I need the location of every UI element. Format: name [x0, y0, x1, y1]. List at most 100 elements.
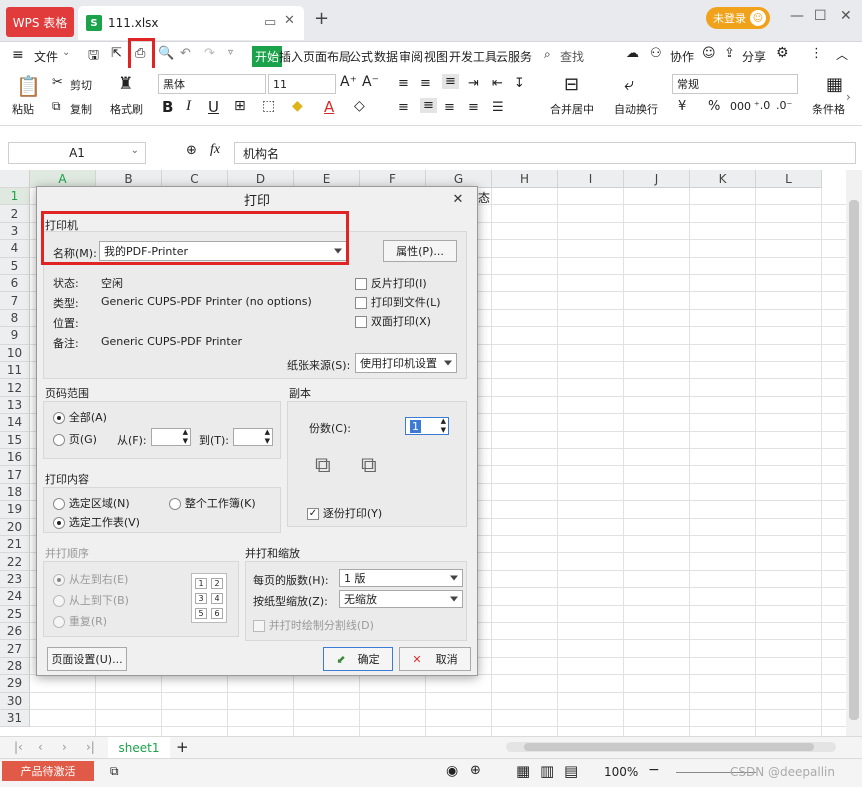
- column-header[interactable]: L: [756, 170, 822, 188]
- merge-cells-icon[interactable]: ⊟: [564, 74, 579, 95]
- scrollbar-thumb[interactable]: [849, 200, 859, 720]
- row-header[interactable]: 21: [0, 536, 30, 554]
- wrap-text-icon[interactable]: ⤶: [624, 74, 634, 95]
- copy-button[interactable]: 复制: [70, 101, 92, 117]
- center-view-icon[interactable]: ⊕: [470, 763, 481, 778]
- range-all-radio[interactable]: 全部(A): [53, 409, 107, 425]
- decrease-decimal-icon[interactable]: .0⁻: [776, 99, 792, 112]
- more-icon[interactable]: ⋮: [810, 46, 823, 61]
- row-header[interactable]: 5: [0, 257, 30, 275]
- row-header[interactable]: 26: [0, 623, 30, 641]
- menu-tab-page-layout[interactable]: 页面布局: [303, 48, 351, 65]
- menu-tab-review[interactable]: 审阅: [399, 48, 423, 65]
- comment-icon[interactable]: ☺: [702, 46, 716, 61]
- first-sheet-icon[interactable]: |‹: [14, 740, 23, 754]
- row-header[interactable]: 7: [0, 292, 30, 310]
- collab-icon[interactable]: ⚇: [650, 46, 662, 61]
- paste-button[interactable]: 粘贴: [12, 101, 34, 117]
- save-icon[interactable]: 🖫: [88, 46, 99, 68]
- align-middle-icon[interactable]: ≡: [420, 76, 431, 91]
- font-name-select[interactable]: 黑体: [158, 74, 266, 94]
- menu-tab-home[interactable]: 开始: [252, 46, 283, 67]
- scissors-icon[interactable]: ✂: [52, 75, 63, 90]
- zoom-formula-icon[interactable]: ⊕: [186, 143, 197, 158]
- share-icon[interactable]: ⇪: [724, 46, 735, 61]
- pages-per-sheet-select[interactable]: 1 版: [339, 569, 463, 587]
- horizontal-scrollbar[interactable]: [506, 742, 836, 752]
- row-header[interactable]: 28: [0, 657, 30, 676]
- window-restore-icon[interactable]: ▭: [264, 15, 276, 30]
- row-header[interactable]: 31: [0, 710, 30, 728]
- row-header[interactable]: 18: [0, 483, 30, 502]
- merge-center-button[interactable]: 合并居中: [550, 101, 594, 117]
- underline-button[interactable]: U: [208, 98, 219, 116]
- clear-format-icon[interactable]: ◇: [354, 98, 365, 114]
- row-header[interactable]: 4: [0, 240, 30, 258]
- menu-tab-cloud[interactable]: 云服务: [496, 48, 532, 65]
- normal-view-icon[interactable]: ▦: [516, 762, 530, 780]
- italic-button[interactable]: I: [186, 98, 191, 115]
- cut-button[interactable]: 剪切: [70, 77, 92, 93]
- row-header[interactable]: 19: [0, 501, 30, 519]
- row-header[interactable]: 25: [0, 605, 30, 623]
- row-header[interactable]: 6: [0, 275, 30, 293]
- ok-button[interactable]: ⬋ 确定: [323, 647, 393, 671]
- menu-tab-insert[interactable]: 插入: [279, 48, 303, 65]
- activate-product-button[interactable]: 产品待激活: [2, 761, 94, 781]
- row-header[interactable]: 16: [0, 449, 30, 467]
- paper-source-select[interactable]: 使用打印机设置: [355, 353, 457, 373]
- page-layout-view-icon[interactable]: ▥: [540, 762, 554, 780]
- row-header[interactable]: 14: [0, 414, 30, 432]
- column-header[interactable]: I: [558, 170, 624, 188]
- wps-home-tab[interactable]: WPS 表格: [6, 7, 74, 37]
- fill-color-icon[interactable]: ◆: [292, 98, 303, 114]
- cell-g1[interactable]: 态: [478, 189, 490, 206]
- content-workbook-radio[interactable]: 整个工作簿(K): [169, 495, 256, 511]
- ribbon-scroll-right-icon[interactable]: ›: [846, 90, 851, 104]
- format-painter-icon[interactable]: ♜: [118, 74, 133, 94]
- add-sheet-button[interactable]: +: [176, 738, 189, 756]
- range-to-spinner[interactable]: ▲ ▼: [233, 428, 273, 446]
- number-format-select[interactable]: 常规: [672, 74, 798, 94]
- search-icon[interactable]: ⌕: [544, 47, 551, 62]
- settings-icon[interactable]: ⚙: [776, 45, 789, 61]
- export-icon[interactable]: ⇱: [111, 46, 122, 61]
- close-icon[interactable]: ✕: [449, 190, 467, 208]
- menu-tab-data[interactable]: 数据: [374, 48, 398, 65]
- formula-input[interactable]: 机构名: [234, 142, 856, 164]
- redo-icon[interactable]: ↷: [204, 46, 215, 61]
- scale-select[interactable]: 无缩放: [339, 590, 463, 608]
- sheet-tab-sheet1[interactable]: sheet1: [108, 737, 170, 758]
- share-button[interactable]: 分享: [742, 48, 766, 65]
- column-header[interactable]: H: [492, 170, 558, 188]
- range-pages-radio[interactable]: 页(G): [53, 431, 97, 447]
- new-tab-button[interactable]: +: [314, 8, 329, 29]
- align-top-icon[interactable]: ≡: [398, 76, 409, 91]
- conditional-format-icon[interactable]: ▦: [826, 74, 843, 95]
- row-header[interactable]: 27: [0, 640, 30, 658]
- copy-icon[interactable]: ⧉: [52, 99, 61, 114]
- row-header[interactable]: 24: [0, 588, 30, 606]
- paste-icon[interactable]: 📋: [16, 74, 41, 98]
- order-lr-radio[interactable]: 从左到右(E): [53, 571, 128, 587]
- prev-sheet-icon[interactable]: ‹: [38, 740, 43, 754]
- font-color-icon[interactable]: A: [324, 98, 334, 116]
- row-header[interactable]: 20: [0, 518, 30, 536]
- row-header[interactable]: 8: [0, 309, 30, 328]
- login-button[interactable]: 未登录 ☺: [706, 7, 770, 29]
- format-painter-button[interactable]: 格式刷: [110, 101, 143, 117]
- row-header[interactable]: 9: [0, 327, 30, 345]
- row-header[interactable]: 10: [0, 344, 30, 362]
- close-window-icon[interactable]: ✕: [840, 8, 852, 24]
- page-setup-button[interactable]: 页面设置(U)...: [47, 647, 127, 671]
- minimize-icon[interactable]: —: [790, 8, 804, 24]
- row-header[interactable]: 22: [0, 553, 30, 571]
- border-icon[interactable]: ⊞: [234, 98, 246, 114]
- row-header[interactable]: 13: [0, 396, 30, 415]
- content-selection-radio[interactable]: 选定区域(N): [53, 495, 130, 511]
- align-right-icon[interactable]: ≡: [444, 100, 455, 115]
- reverse-print-checkbox[interactable]: 反片打印(I): [355, 275, 427, 291]
- select-all-corner[interactable]: [0, 170, 30, 188]
- row-header[interactable]: 17: [0, 466, 30, 484]
- row-header[interactable]: 12: [0, 379, 30, 397]
